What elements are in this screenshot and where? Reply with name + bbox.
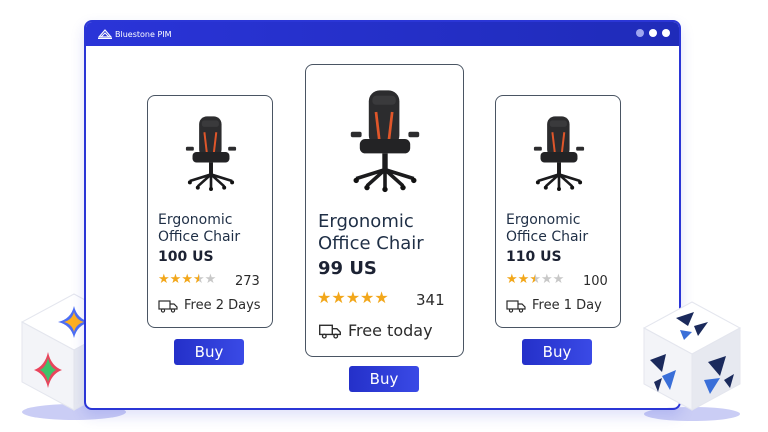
window-dot-icon[interactable] bbox=[636, 29, 644, 37]
star-icon: ★ bbox=[317, 288, 332, 307]
product-price: 110 US bbox=[506, 249, 562, 265]
delivery-truck-icon bbox=[319, 324, 341, 339]
rating-stars: ★ ★ ★ ★ ★ bbox=[506, 272, 564, 287]
chair-image bbox=[350, 90, 420, 193]
shipping-label: Free today bbox=[348, 321, 433, 340]
bluestone-logo-icon bbox=[98, 29, 112, 39]
right-cube-decoration bbox=[642, 301, 742, 421]
buy-button-2[interactable]: Buy bbox=[349, 366, 419, 392]
brand-name: Bluestone PIM bbox=[115, 29, 172, 39]
star-icon: ★ bbox=[345, 288, 361, 307]
delivery-truck-icon bbox=[506, 299, 526, 313]
window-titlebar: Bluestone PIM bbox=[86, 22, 679, 46]
star-icon: ★ bbox=[192, 272, 205, 287]
shipping-info: Free today bbox=[318, 321, 433, 340]
product-price: 100 US bbox=[158, 249, 214, 265]
delivery-truck-icon bbox=[158, 299, 178, 313]
product-card-1: Ergonomic Office Chair 100 US ★ ★ ★ ★ ★ 273 … bbox=[147, 95, 273, 328]
window-dot-icon[interactable] bbox=[662, 29, 670, 37]
star-icon: ★ bbox=[169, 272, 182, 287]
star-icon: ★ bbox=[360, 288, 375, 307]
product-card-3: Ergonomic Office Chair 110 US ★ ★ ★ ★ ★ 100 … bbox=[495, 95, 621, 328]
star-icon: ★ bbox=[540, 272, 553, 287]
brand: Bluestone PIM bbox=[98, 26, 172, 42]
shipping-info: Free 2 Days bbox=[158, 298, 261, 313]
star-icon: ★ bbox=[204, 272, 217, 287]
shipping-label: Free 2 Days bbox=[184, 298, 261, 313]
star-icon: ★ bbox=[331, 288, 346, 307]
star-icon: ★ bbox=[506, 272, 518, 287]
shipping-info: Free 1 Day bbox=[506, 298, 602, 313]
star-icon: ★ bbox=[529, 272, 541, 287]
chair-image bbox=[185, 116, 237, 191]
product-name[interactable]: Ergonomic Office Chair bbox=[318, 211, 424, 254]
review-count: 273 bbox=[235, 274, 260, 289]
product-name[interactable]: Ergonomic Office Chair bbox=[158, 212, 240, 246]
rating-stars: ★ ★ ★ ★ ★ bbox=[158, 272, 216, 287]
star-icon: ★ bbox=[552, 272, 565, 287]
star-icon: ★ bbox=[517, 272, 530, 287]
star-icon: ★ bbox=[181, 272, 193, 287]
window-dot-icon[interactable] bbox=[649, 29, 657, 37]
star-icon: ★ bbox=[158, 272, 170, 287]
review-count: 341 bbox=[416, 291, 445, 309]
review-count: 100 bbox=[583, 274, 608, 289]
chair-image bbox=[533, 116, 585, 191]
star-icon: ★ bbox=[374, 288, 389, 307]
product-name[interactable]: Ergonomic Office Chair bbox=[506, 212, 588, 246]
shipping-label: Free 1 Day bbox=[532, 298, 602, 313]
window-controls bbox=[636, 29, 670, 37]
rating-stars: ★ ★ ★ ★ ★ bbox=[317, 288, 389, 307]
product-price: 99 US bbox=[318, 258, 377, 279]
buy-button-1[interactable]: Buy bbox=[174, 339, 244, 365]
product-card-2: Ergonomic Office Chair 99 US ★ ★ ★ ★ ★ 341 F… bbox=[305, 64, 464, 357]
buy-button-3[interactable]: Buy bbox=[522, 339, 592, 365]
